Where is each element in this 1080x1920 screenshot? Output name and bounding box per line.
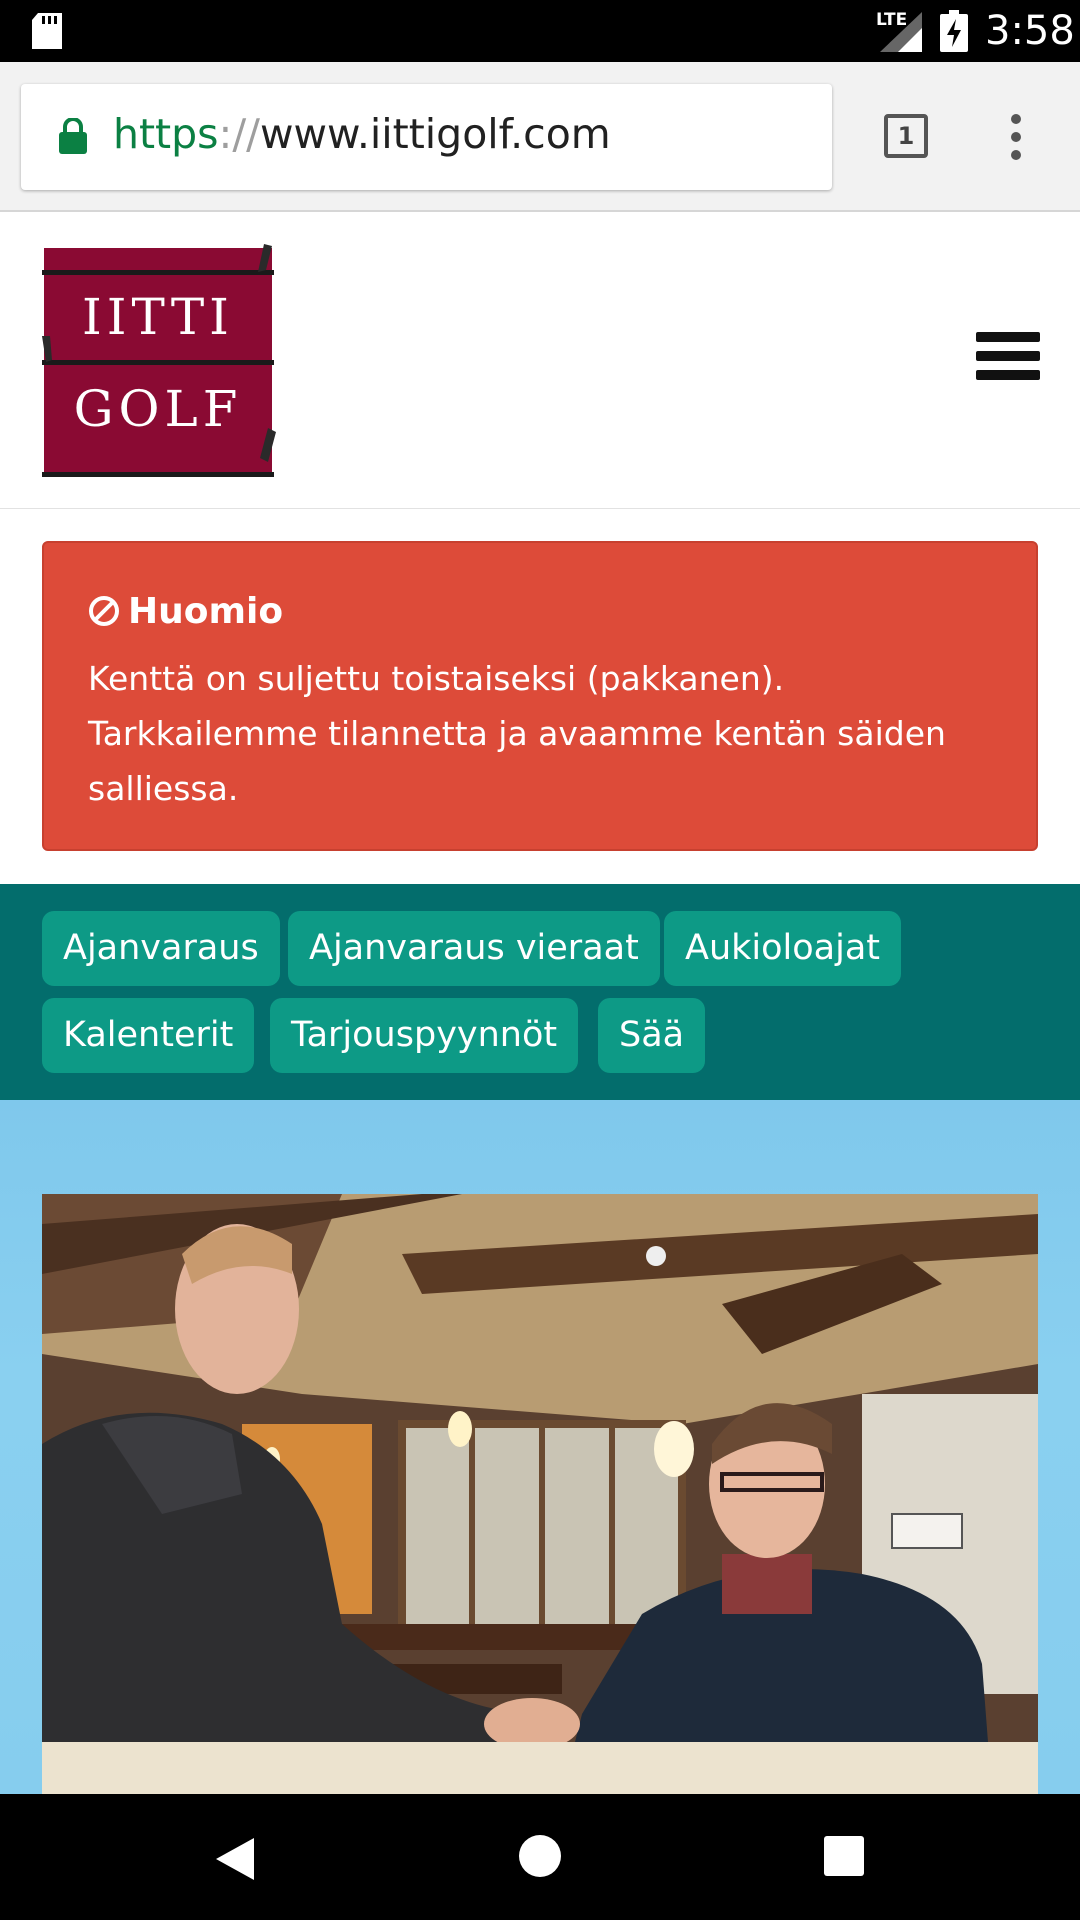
recent-apps-icon[interactable]: [824, 1836, 864, 1876]
address-bar[interactable]: https://www.iittigolf.com: [21, 84, 832, 190]
pill-ajanvaraus[interactable]: Ajanvaraus: [42, 911, 280, 986]
alert-box: Huomio Kenttä on suljettu toistaiseksi (…: [42, 541, 1038, 851]
url-host: www.iittigolf.com: [259, 110, 611, 158]
pill-saa[interactable]: Sää: [598, 998, 706, 1073]
url-text[interactable]: https://www.iittigolf.com: [113, 110, 611, 158]
pill-aukioloajat[interactable]: Aukioloajat: [664, 911, 902, 986]
hero-section: [0, 1100, 1080, 1794]
alert-title: Huomio: [88, 591, 283, 632]
pill-kalenterit[interactable]: Kalenterit: [42, 998, 255, 1073]
quick-links-bar: Ajanvaraus Ajanvaraus vieraat Aukioloaja…: [0, 884, 1080, 1100]
ban-icon: [89, 596, 119, 626]
hamburger-menu-icon[interactable]: [976, 332, 1040, 388]
pill-tarjouspyynnot[interactable]: Tarjouspyynnöt: [270, 998, 579, 1073]
android-nav-bar: [0, 1794, 1080, 1920]
battery-charging-icon: [940, 10, 968, 52]
alert-message: Kenttä on suljettu toistaiseksi (pakkane…: [88, 659, 946, 808]
status-bar: LTE 3:58: [0, 0, 1080, 62]
tab-switcher-icon[interactable]: 1: [884, 114, 928, 158]
more-options-icon[interactable]: [1010, 114, 1022, 160]
clock: 3:58: [985, 8, 1075, 54]
home-icon[interactable]: [518, 1834, 562, 1878]
logo-text-iitti: IITTI: [82, 288, 234, 346]
iitti-golf-logo[interactable]: IITTI GOLF: [40, 240, 280, 480]
sd-card-icon: [32, 13, 62, 49]
signal-icon: [880, 12, 922, 52]
browser-toolbar: https://www.iittigolf.com 1: [0, 62, 1080, 212]
logo-text-golf: GOLF: [74, 380, 243, 438]
pill-ajanvaraus-vieraat[interactable]: Ajanvaraus vieraat: [288, 911, 660, 986]
caption-strip: [42, 1742, 1038, 1794]
back-icon[interactable]: [214, 1836, 256, 1882]
lock-icon: [59, 118, 87, 154]
handshake-photo[interactable]: [42, 1194, 1038, 1794]
site-header: IITTI GOLF: [0, 212, 1080, 509]
